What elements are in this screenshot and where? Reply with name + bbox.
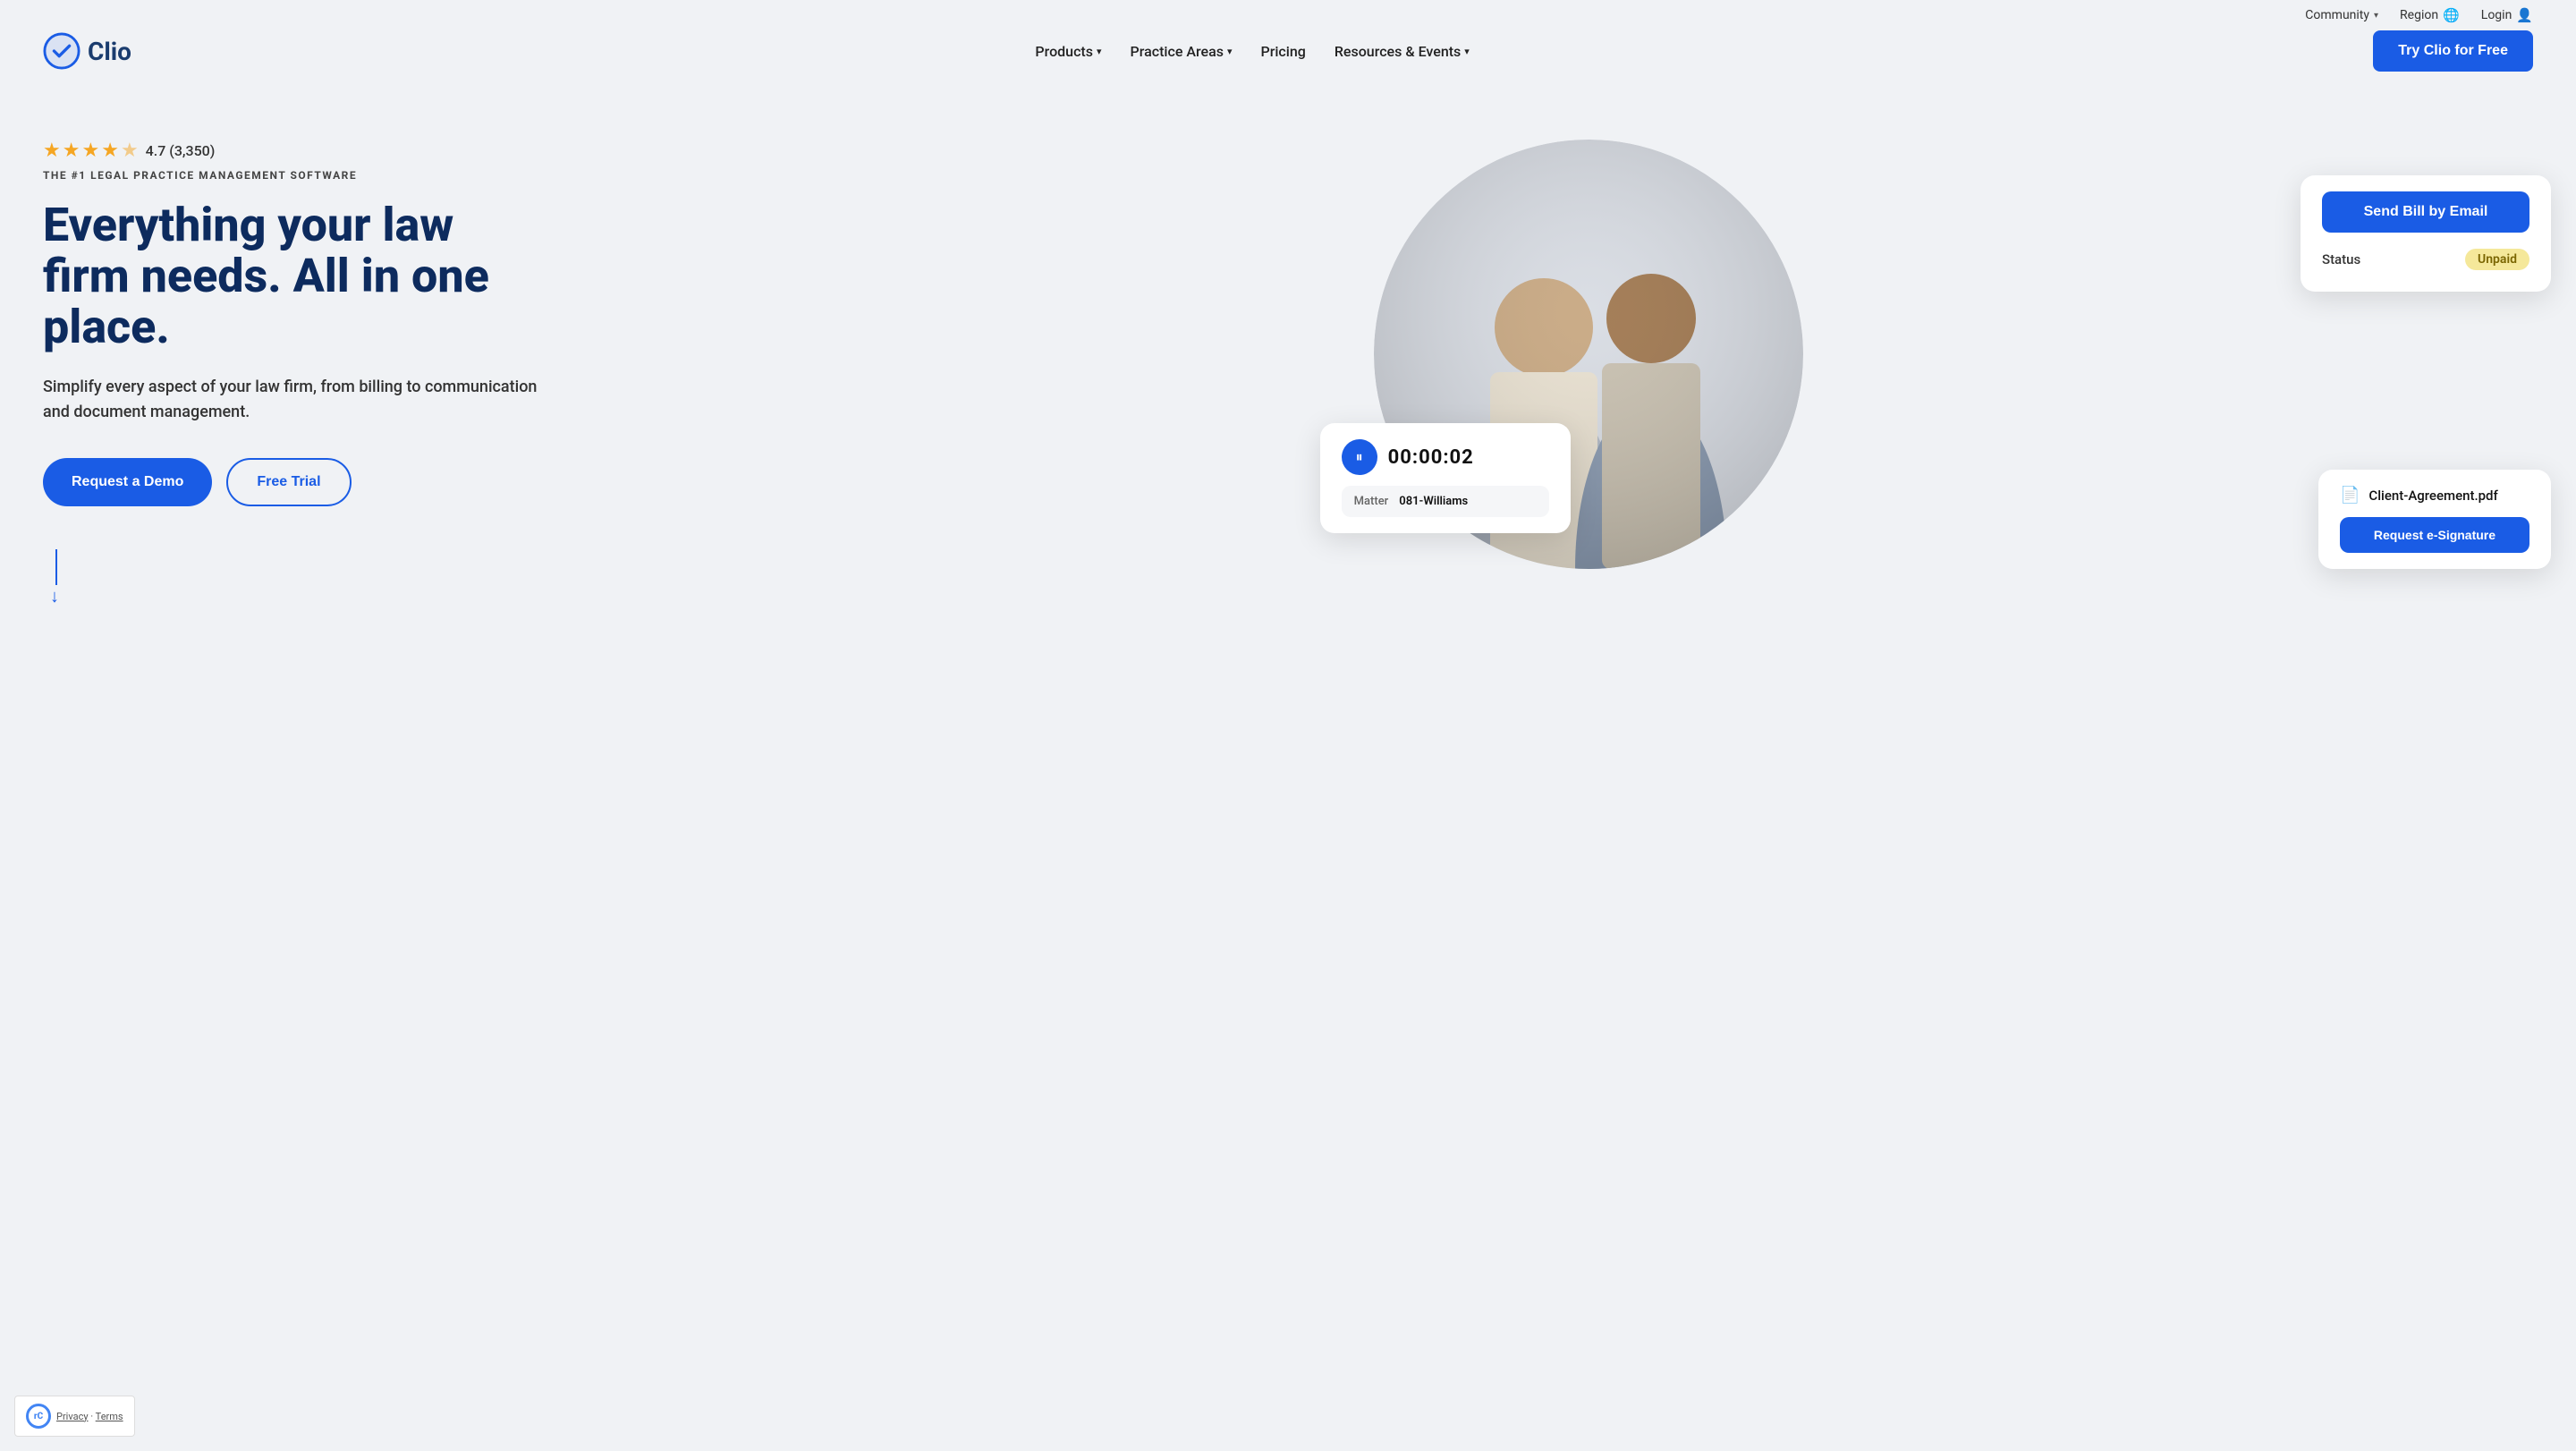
pause-button[interactable]: ⏸ (1342, 439, 1377, 475)
cta-buttons: Request a Demo Free Trial (43, 458, 1338, 506)
star-2: ★ (63, 140, 80, 162)
timer-value: 00:00:02 (1388, 446, 1474, 469)
products-chevron: ▾ (1097, 46, 1102, 57)
resources-chevron: ▾ (1464, 46, 1470, 57)
pause-icon: ⏸ (1356, 448, 1363, 466)
arrow-down-icon: ↓ (50, 585, 59, 607)
logo-link[interactable]: Clio (43, 32, 131, 70)
star-1: ★ (43, 140, 61, 162)
doc-filename: Client-Agreement.pdf (2368, 488, 2497, 504)
nav-products[interactable]: Products ▾ (1035, 43, 1101, 60)
send-bill-button[interactable]: Send Bill by Email (2322, 191, 2529, 233)
logo-text: Clio (88, 37, 131, 66)
nav-practice-areas[interactable]: Practice Areas ▾ (1131, 43, 1233, 60)
email-card: Send Bill by Email Status Unpaid (2301, 175, 2551, 292)
matter-row: Matter 081-Williams (1342, 486, 1549, 517)
arrow-line (55, 549, 57, 585)
globe-icon: 🌐 (2443, 7, 2460, 23)
practice-areas-chevron: ▾ (1227, 46, 1233, 57)
hero-subtext: Simplify every aspect of your law firm, … (43, 375, 544, 427)
status-label: Status (2322, 251, 2360, 267)
matter-label: Matter (1354, 495, 1389, 508)
nav-pricing[interactable]: Pricing (1260, 43, 1305, 60)
login-link[interactable]: Login 👤 (2481, 7, 2533, 23)
recaptcha-logo: rC (26, 1404, 51, 1429)
user-icon: 👤 (2516, 7, 2533, 23)
timer-card: ⏸ 00:00:02 Matter 081-Williams (1320, 423, 1571, 533)
star-4: ★ (101, 140, 119, 162)
hero-left: ★ ★ ★ ★ ★ 4.7 (3,350) THE #1 LEGAL PRACT… (43, 122, 1338, 607)
hero-section: ★ ★ ★ ★ ★ 4.7 (3,350) THE #1 LEGAL PRACT… (0, 86, 2576, 694)
pdf-icon: 📄 (2340, 486, 2360, 505)
nav-links: Products ▾ Practice Areas ▾ Pricing Reso… (1035, 43, 1469, 60)
rating-row: ★ ★ ★ ★ ★ 4.7 (3,350) (43, 140, 1338, 162)
star-5: ★ (121, 140, 139, 162)
try-clio-button[interactable]: Try Clio for Free (2373, 30, 2533, 72)
top-bar: Community ▾ Region 🌐 Login 👤 (0, 0, 2576, 30)
matter-value: 081-Williams (1399, 495, 1468, 508)
recaptcha-privacy[interactable]: Privacy (56, 1411, 89, 1422)
recaptcha-badge: rC Privacy · Terms (14, 1396, 135, 1437)
doc-card: 📄 Client-Agreement.pdf Request e-Signatu… (2318, 470, 2551, 569)
hero-headline: Everything your law firm needs. All in o… (43, 199, 1338, 353)
region-label: Region (2400, 8, 2438, 22)
recaptcha-terms[interactable]: Terms (96, 1411, 123, 1422)
community-chevron: ▾ (2374, 11, 2378, 21)
doc-row: 📄 Client-Agreement.pdf (2340, 486, 2529, 505)
scroll-down-indicator: ↓ (50, 549, 1338, 607)
hero-tagline: THE #1 LEGAL PRACTICE MANAGEMENT SOFTWAR… (43, 169, 1338, 182)
community-link[interactable]: Community ▾ (2305, 8, 2378, 22)
rating-score: 4.7 (3,350) (146, 142, 216, 159)
recaptcha-text: Privacy · Terms (56, 1411, 123, 1422)
request-demo-button[interactable]: Request a Demo (43, 458, 212, 506)
hero-right: ⏸ 00:00:02 Matter 081-Williams Send Bill… (1338, 122, 2533, 641)
free-trial-button[interactable]: Free Trial (226, 458, 351, 506)
clio-logo-icon (43, 32, 80, 70)
nav-resources[interactable]: Resources & Events ▾ (1335, 43, 1470, 60)
status-row: Status Unpaid (2322, 243, 2529, 276)
login-label: Login (2481, 8, 2512, 22)
community-label: Community (2305, 8, 2369, 22)
star-3: ★ (81, 140, 99, 162)
star-rating: ★ ★ ★ ★ ★ (43, 140, 139, 162)
navbar: Clio Products ▾ Practice Areas ▾ Pricing… (0, 30, 2576, 86)
esignature-button[interactable]: Request e-Signature (2340, 517, 2529, 553)
status-badge: Unpaid (2465, 249, 2529, 270)
timer-row: ⏸ 00:00:02 (1342, 439, 1549, 475)
region-link[interactable]: Region 🌐 (2400, 7, 2460, 23)
